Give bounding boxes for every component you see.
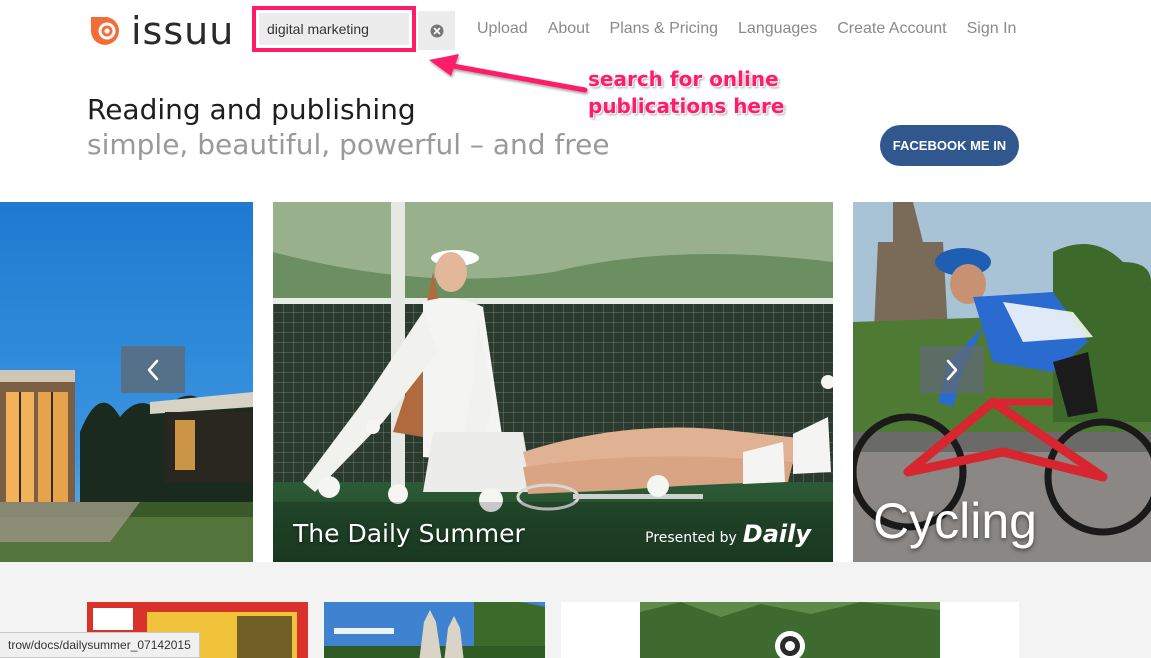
presented-by-text: Presented by <box>645 530 737 546</box>
tennis-photo <box>273 202 833 562</box>
logo-wordmark: issuu <box>131 9 235 53</box>
forest-cover <box>561 602 1019 658</box>
search-highlight-box <box>252 6 416 52</box>
annotation-arrow-icon <box>429 54 588 93</box>
nav-sign-in[interactable]: Sign In <box>967 20 1017 38</box>
featured-carousel: The Daily Summer Presented by Daily Cycl… <box>0 202 1151 562</box>
boston-college-cover <box>324 602 545 658</box>
issuu-logo[interactable]: issuu <box>87 12 234 50</box>
annotation-line-2: publications here <box>588 94 785 118</box>
hero-title: Reading and publishing <box>87 93 416 126</box>
page: issuu Upload About Plans & Pricing Langu… <box>0 0 1151 658</box>
annotation-text: search for online publications here <box>588 66 784 120</box>
chevron-right-icon <box>946 359 958 380</box>
publication-thumb-forest[interactable] <box>561 602 1019 658</box>
nav-create-account[interactable]: Create Account <box>837 20 946 38</box>
nav-about[interactable]: About <box>548 20 590 38</box>
carousel-slide-cycling[interactable]: Cycling <box>853 202 1151 562</box>
hero-subtitle: simple, beautiful, powerful – and free <box>87 128 610 161</box>
slide-presented-by: Presented by Daily <box>645 520 811 548</box>
slide-caption-daily-summer: The Daily Summer <box>293 519 525 548</box>
carousel-prev-button[interactable] <box>121 346 185 393</box>
carousel-slide-daily-summer[interactable]: The Daily Summer Presented by Daily <box>273 202 833 562</box>
nav-languages[interactable]: Languages <box>738 20 817 38</box>
slide-caption-cycling: Cycling <box>873 493 1037 549</box>
clear-icon <box>430 24 443 37</box>
publication-thumb-boston-college[interactable] <box>324 602 545 658</box>
chevron-left-icon <box>147 359 159 380</box>
facebook-login-button[interactable]: FACEBOOK ME IN <box>880 125 1019 166</box>
nav-plans-pricing[interactable]: Plans & Pricing <box>610 20 719 38</box>
nav-upload[interactable]: Upload <box>477 20 528 38</box>
search-input[interactable] <box>259 13 409 45</box>
top-navigation: Upload About Plans & Pricing Languages C… <box>477 20 1016 38</box>
status-bar-url: trow/docs/dailysummer_07142015 <box>0 632 200 658</box>
presenter-brand: Daily <box>742 520 811 548</box>
search-clear-button[interactable] <box>418 11 455 50</box>
annotation-line-1: search for online <box>588 67 779 91</box>
issuu-logo-icon <box>91 17 119 45</box>
carousel-next-button[interactable] <box>920 346 984 393</box>
